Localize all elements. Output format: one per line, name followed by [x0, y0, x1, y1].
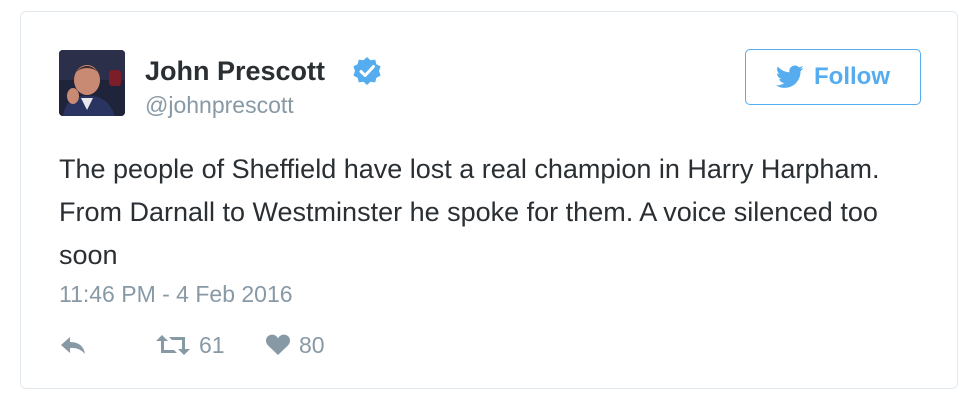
avatar[interactable]: [59, 50, 125, 116]
avatar-photo: [59, 50, 125, 116]
like-count: 80: [299, 332, 325, 358]
tweet-card: John Prescott @johnprescott Follow The p…: [20, 11, 958, 389]
reply-icon: [61, 337, 85, 354]
twitter-bird-icon: [776, 65, 804, 88]
retweet-count: 61: [199, 332, 225, 358]
reply-button[interactable]: [59, 330, 87, 360]
tweet-timestamp[interactable]: 11:46 PM - 4 Feb 2016: [59, 279, 293, 309]
verified-badge-icon: [353, 57, 381, 85]
author-display-name[interactable]: John Prescott: [145, 54, 325, 88]
retweet-button[interactable]: 61: [155, 330, 225, 360]
retweet-icon: [156, 335, 190, 355]
heart-icon: [265, 334, 291, 355]
follow-button[interactable]: Follow: [745, 49, 921, 105]
author-handle[interactable]: @johnprescott: [145, 90, 294, 120]
follow-button-label: Follow: [814, 63, 890, 90]
like-button[interactable]: 80: [265, 330, 325, 360]
tweet-text: The people of Sheffield have lost a real…: [59, 154, 880, 270]
